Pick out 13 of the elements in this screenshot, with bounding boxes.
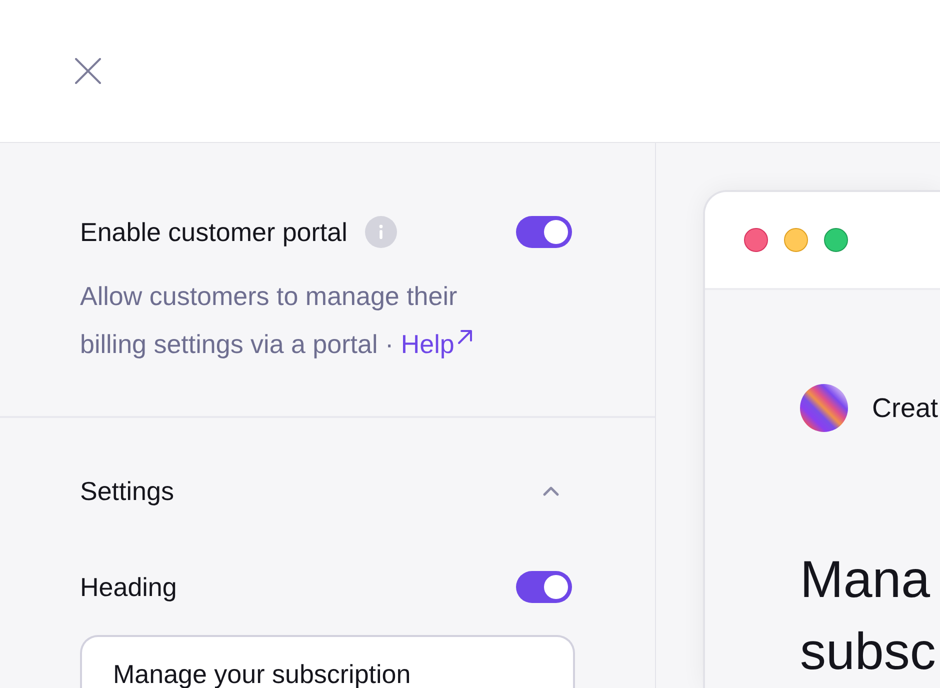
- heading-input[interactable]: Manage your subscription: [80, 635, 575, 688]
- external-arrow-icon: [457, 329, 474, 345]
- section-title: Settings: [80, 475, 174, 507]
- chevron-up-icon[interactable]: [543, 486, 559, 496]
- business-name: Creat: [872, 392, 938, 424]
- close-icon[interactable]: [75, 58, 101, 84]
- help-link[interactable]: Help: [400, 320, 474, 368]
- setting-description: Allow customers to manage their billing settings via a portal · Help: [80, 272, 510, 368]
- field-label: Heading: [80, 571, 177, 603]
- setting-title: Enable customer portal: [80, 216, 348, 248]
- field-toggle[interactable]: [516, 571, 572, 603]
- page-heading: Mana subsc: [800, 550, 937, 683]
- portal-toggle[interactable]: [516, 216, 572, 248]
